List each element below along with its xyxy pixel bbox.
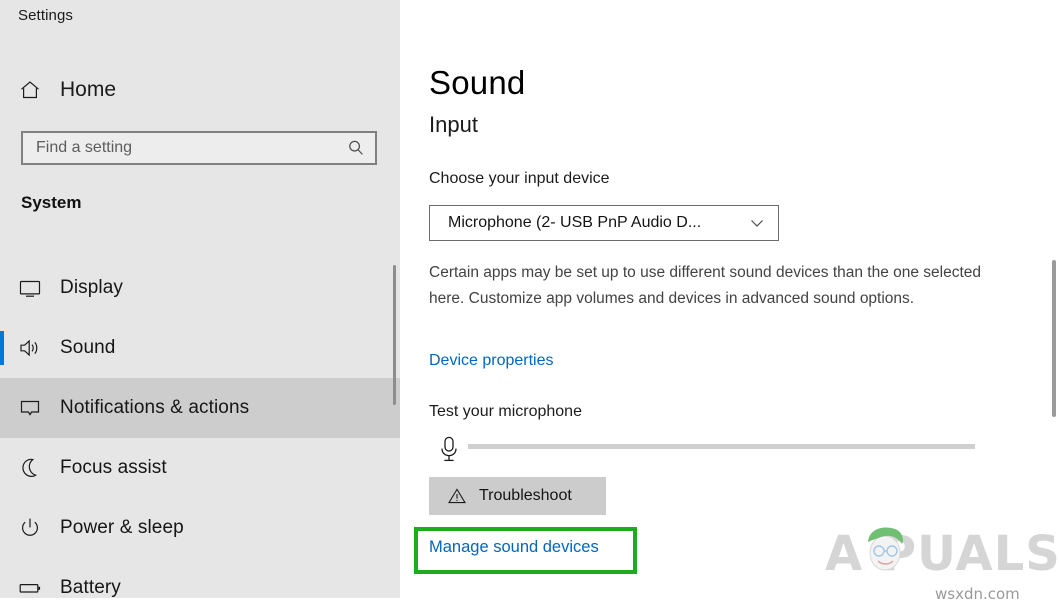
monitor-icon	[0, 275, 60, 301]
microphone-icon	[436, 435, 462, 465]
microphone-level-meter	[468, 444, 975, 449]
sidebar-section-title: System	[21, 193, 81, 213]
warning-triangle-icon	[435, 486, 479, 506]
app-title: Settings	[18, 7, 73, 24]
search-input[interactable]	[23, 133, 337, 163]
subsection-title: Input	[429, 112, 478, 138]
input-device-dropdown[interactable]: Microphone (2- USB PnP Audio D...	[429, 205, 779, 241]
sidebar-scrollbar-thumb[interactable]	[393, 265, 396, 405]
sidebar-item-notifications-actions[interactable]: Notifications & actions	[0, 378, 400, 438]
search-box[interactable]	[21, 131, 377, 165]
test-microphone-label: Test your microphone	[429, 403, 582, 421]
sidebar-item-label: Sound	[60, 337, 115, 359]
sidebar-item-label: Battery	[60, 577, 121, 598]
manage-sound-devices-link[interactable]: Manage sound devices	[429, 538, 599, 557]
choose-input-device-label: Choose your input device	[429, 170, 610, 188]
moon-icon	[0, 455, 60, 481]
sidebar-item-home-label: Home	[60, 78, 116, 102]
page-title: Sound	[429, 64, 525, 102]
sidebar-item-label: Focus assist	[60, 457, 167, 479]
input-device-dropdown-value: Microphone (2- USB PnP Audio D...	[430, 214, 736, 232]
power-icon	[0, 515, 60, 541]
sidebar-item-battery[interactable]: Battery	[0, 558, 400, 598]
home-icon	[0, 78, 60, 102]
device-properties-link[interactable]: Device properties	[429, 352, 554, 370]
content-scrollbar-thumb[interactable]	[1052, 260, 1056, 417]
battery-icon	[0, 575, 60, 598]
selection-accent-bar	[0, 331, 4, 365]
device-note-text: Certain apps may be set up to use differ…	[429, 260, 996, 312]
sidebar-item-power-sleep[interactable]: Power & sleep	[0, 498, 400, 558]
sidebar-item-sound[interactable]: Sound	[0, 318, 400, 378]
search-icon[interactable]	[337, 138, 375, 158]
sidebar-item-label: Power & sleep	[60, 517, 184, 539]
sidebar-item-display[interactable]: Display	[0, 258, 400, 318]
chevron-down-icon	[736, 214, 778, 232]
troubleshoot-button[interactable]: Troubleshoot	[429, 477, 606, 515]
speaker-icon	[0, 335, 60, 361]
troubleshoot-label: Troubleshoot	[479, 487, 572, 505]
sidebar-item-home[interactable]: Home	[0, 70, 400, 110]
sidebar-item-label: Display	[60, 277, 123, 299]
main-content: Sound Input Choose your input device Mic…	[400, 0, 1059, 598]
settings-window: Settings Home System	[0, 0, 1059, 598]
sidebar-item-focus-assist[interactable]: Focus assist	[0, 438, 400, 498]
sidebar: Settings Home System	[0, 0, 400, 598]
notification-bubble-icon	[0, 395, 60, 421]
sidebar-nav-list: Display Sound	[0, 258, 400, 598]
sidebar-item-label: Notifications & actions	[60, 397, 249, 419]
